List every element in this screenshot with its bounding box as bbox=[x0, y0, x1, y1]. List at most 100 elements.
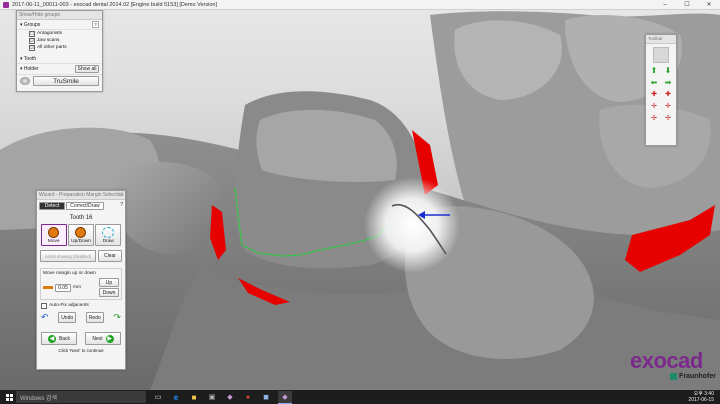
maximize-button[interactable]: ☐ bbox=[676, 0, 698, 9]
move-label: Move bbox=[47, 238, 60, 244]
updown-tool-button[interactable]: Up/Down bbox=[67, 224, 94, 246]
wizard-tabs: Detect Correct/Draw ? bbox=[37, 200, 125, 210]
tab-correct-draw[interactable]: Correct/Draw bbox=[66, 202, 104, 210]
axis-alt-icon[interactable]: ✛ bbox=[662, 102, 674, 112]
brand-row: TruSmile bbox=[17, 75, 102, 87]
windows-logo-icon bbox=[5, 393, 13, 401]
tooth-preview-icon bbox=[20, 77, 30, 85]
slider-icon[interactable] bbox=[43, 286, 53, 289]
updown-label: Up/Down bbox=[71, 238, 91, 244]
app-icon-2[interactable]: ● bbox=[242, 391, 254, 403]
back-label: Back bbox=[58, 335, 71, 342]
help-button[interactable]: ? bbox=[92, 21, 99, 28]
3d-viewport[interactable]: Show/Hide groups ▾ Groups ? ☐ Antagonists… bbox=[0, 10, 720, 390]
clear-button[interactable]: Clear bbox=[98, 250, 122, 262]
fraunhofer-icon bbox=[670, 373, 678, 380]
minimize-button[interactable]: – bbox=[654, 0, 676, 9]
app-icon-3[interactable]: ◼ bbox=[260, 391, 272, 403]
view-left-icon[interactable]: ⬅ bbox=[648, 78, 660, 88]
window-title: 2017-06-11_00011-003 - exocad dental 201… bbox=[12, 1, 217, 8]
undo-button[interactable]: Undo bbox=[58, 312, 77, 323]
group-label: Antagonists bbox=[37, 31, 63, 36]
redo-arrow-icon: ↷ bbox=[113, 312, 121, 322]
window-controls: – ☐ ✕ bbox=[654, 0, 720, 9]
tool-row: Move Up/Down Draw bbox=[37, 224, 125, 246]
view-down-icon[interactable]: ⬇ bbox=[662, 66, 674, 76]
file-explorer-icon[interactable]: ■ bbox=[188, 391, 200, 403]
toolbar-title: Toolbar bbox=[646, 35, 676, 44]
autofix-checkbox-row[interactable]: Auto-Fix adjacents bbox=[37, 302, 125, 309]
app-icon bbox=[3, 1, 9, 8]
tab-detect[interactable]: Detect bbox=[39, 202, 65, 210]
toolbar-tooth-preview[interactable] bbox=[653, 47, 669, 63]
fraunhofer-label: Fraunhofer bbox=[679, 373, 716, 380]
checkbox[interactable]: ☐ bbox=[29, 30, 35, 37]
tooth-label: Tooth bbox=[23, 56, 37, 62]
exocad-taskbar-icon[interactable]: ◆ bbox=[278, 391, 292, 404]
next-arrow-icon: ▶ bbox=[105, 334, 114, 343]
edge-browser-icon[interactable]: e bbox=[170, 391, 182, 403]
windows-taskbar: Windows 검색 ▭ e ■ ▣ ◆ ● ◼ ◆ 오후 3:40 2017-… bbox=[0, 390, 720, 404]
clock-date: 2017-06-15 bbox=[688, 397, 714, 403]
next-button[interactable]: Next ▶ bbox=[85, 332, 121, 345]
show-all-button[interactable]: Show all bbox=[75, 65, 99, 73]
autofix-checkbox[interactable] bbox=[41, 302, 47, 309]
autofix-label: Auto-Fix adjacents bbox=[49, 303, 89, 308]
group-item[interactable]: ☐ Antagonists bbox=[17, 30, 102, 37]
down-button[interactable]: Down bbox=[99, 288, 119, 297]
holder-section[interactable]: ▾ Holder Show all bbox=[17, 64, 102, 75]
move-tool-button[interactable]: Move bbox=[40, 224, 67, 246]
wizard-title: Wizard - Preparation Margin Selection □ bbox=[37, 191, 125, 200]
toolbar-buttons: ⬆ ⬇ ⬅ ➡ ✚ ✚ ✛ ✛ ✢ ✢ bbox=[646, 66, 676, 124]
group-label: Jaw scans bbox=[37, 38, 60, 43]
axis-3d-icon[interactable]: ✢ bbox=[648, 114, 660, 124]
trusmile-button[interactable]: TruSmile bbox=[33, 76, 99, 86]
move-unit: mm bbox=[73, 285, 81, 290]
move-value-input[interactable]: 0.05 bbox=[55, 283, 71, 292]
group-item[interactable]: ☑ Jaw scans bbox=[17, 37, 102, 44]
wizard-help-icon[interactable]: ? bbox=[120, 202, 123, 210]
axis-icon[interactable]: ✛ bbox=[648, 102, 660, 112]
wizard-close-icon[interactable]: □ bbox=[120, 191, 123, 199]
wizard-title-text: Wizard - Preparation Margin Selection bbox=[39, 192, 124, 198]
store-icon[interactable]: ▣ bbox=[206, 391, 218, 403]
rotate-icon[interactable]: ✚ bbox=[648, 90, 660, 100]
selection-glow bbox=[364, 177, 460, 273]
window-titlebar: 2017-06-11_00011-003 - exocad dental 201… bbox=[0, 0, 720, 10]
show-hide-panel: Show/Hide groups ▾ Groups ? ☐ Antagonists… bbox=[16, 10, 103, 92]
draw-options-row: Assist drawing (disabled) Clear bbox=[37, 246, 125, 266]
search-placeholder: Windows 검색 bbox=[20, 395, 58, 402]
up-button[interactable]: Up bbox=[99, 278, 119, 287]
next-label: Next bbox=[92, 335, 103, 342]
draw-tool-button[interactable]: Draw bbox=[95, 224, 122, 246]
groups-section[interactable]: ▾ Groups ? bbox=[17, 20, 102, 30]
tooth-section[interactable]: ▾ Tooth bbox=[17, 55, 102, 64]
rotate-alt-icon[interactable]: ✚ bbox=[662, 90, 674, 100]
tooth-number-label: Tooth 16 bbox=[69, 215, 93, 221]
start-button[interactable] bbox=[2, 391, 16, 403]
view-top-icon[interactable]: ⬆ bbox=[648, 66, 660, 76]
assist-drawing-button[interactable]: Assist drawing (disabled) bbox=[40, 250, 96, 262]
checkbox[interactable]: ☑ bbox=[29, 44, 35, 51]
move-icon bbox=[48, 226, 60, 238]
updown-icon bbox=[75, 226, 87, 238]
wizard-panel: Wizard - Preparation Margin Selection □ … bbox=[36, 190, 126, 370]
move-margin-label: Move margin up or down bbox=[43, 271, 96, 276]
group-item[interactable]: ☑ All other parts bbox=[17, 44, 102, 51]
close-button[interactable]: ✕ bbox=[698, 0, 720, 9]
axis-3d-alt-icon[interactable]: ✢ bbox=[662, 114, 674, 124]
view-right-icon[interactable]: ➡ bbox=[662, 78, 674, 88]
task-view-icon[interactable]: ▭ bbox=[152, 391, 164, 403]
back-arrow-icon: ◀ bbox=[47, 334, 56, 343]
group-label: All other parts bbox=[37, 45, 67, 50]
system-clock[interactable]: 오후 3:40 2017-06-15 bbox=[688, 391, 714, 403]
draw-label: Draw bbox=[102, 238, 114, 244]
undo-arrow-icon: ↶ bbox=[41, 312, 49, 322]
app-icon-1[interactable]: ◆ bbox=[224, 391, 236, 403]
exocad-wordmark: exocad bbox=[630, 348, 703, 373]
back-button[interactable]: ◀ Back bbox=[41, 332, 77, 345]
taskbar-search-box[interactable]: Windows 검색 bbox=[16, 391, 146, 403]
redo-button[interactable]: Redo bbox=[85, 312, 104, 323]
checkbox[interactable]: ☑ bbox=[29, 37, 35, 44]
move-margin-controls: 0.05 mm Up Down bbox=[43, 278, 119, 297]
